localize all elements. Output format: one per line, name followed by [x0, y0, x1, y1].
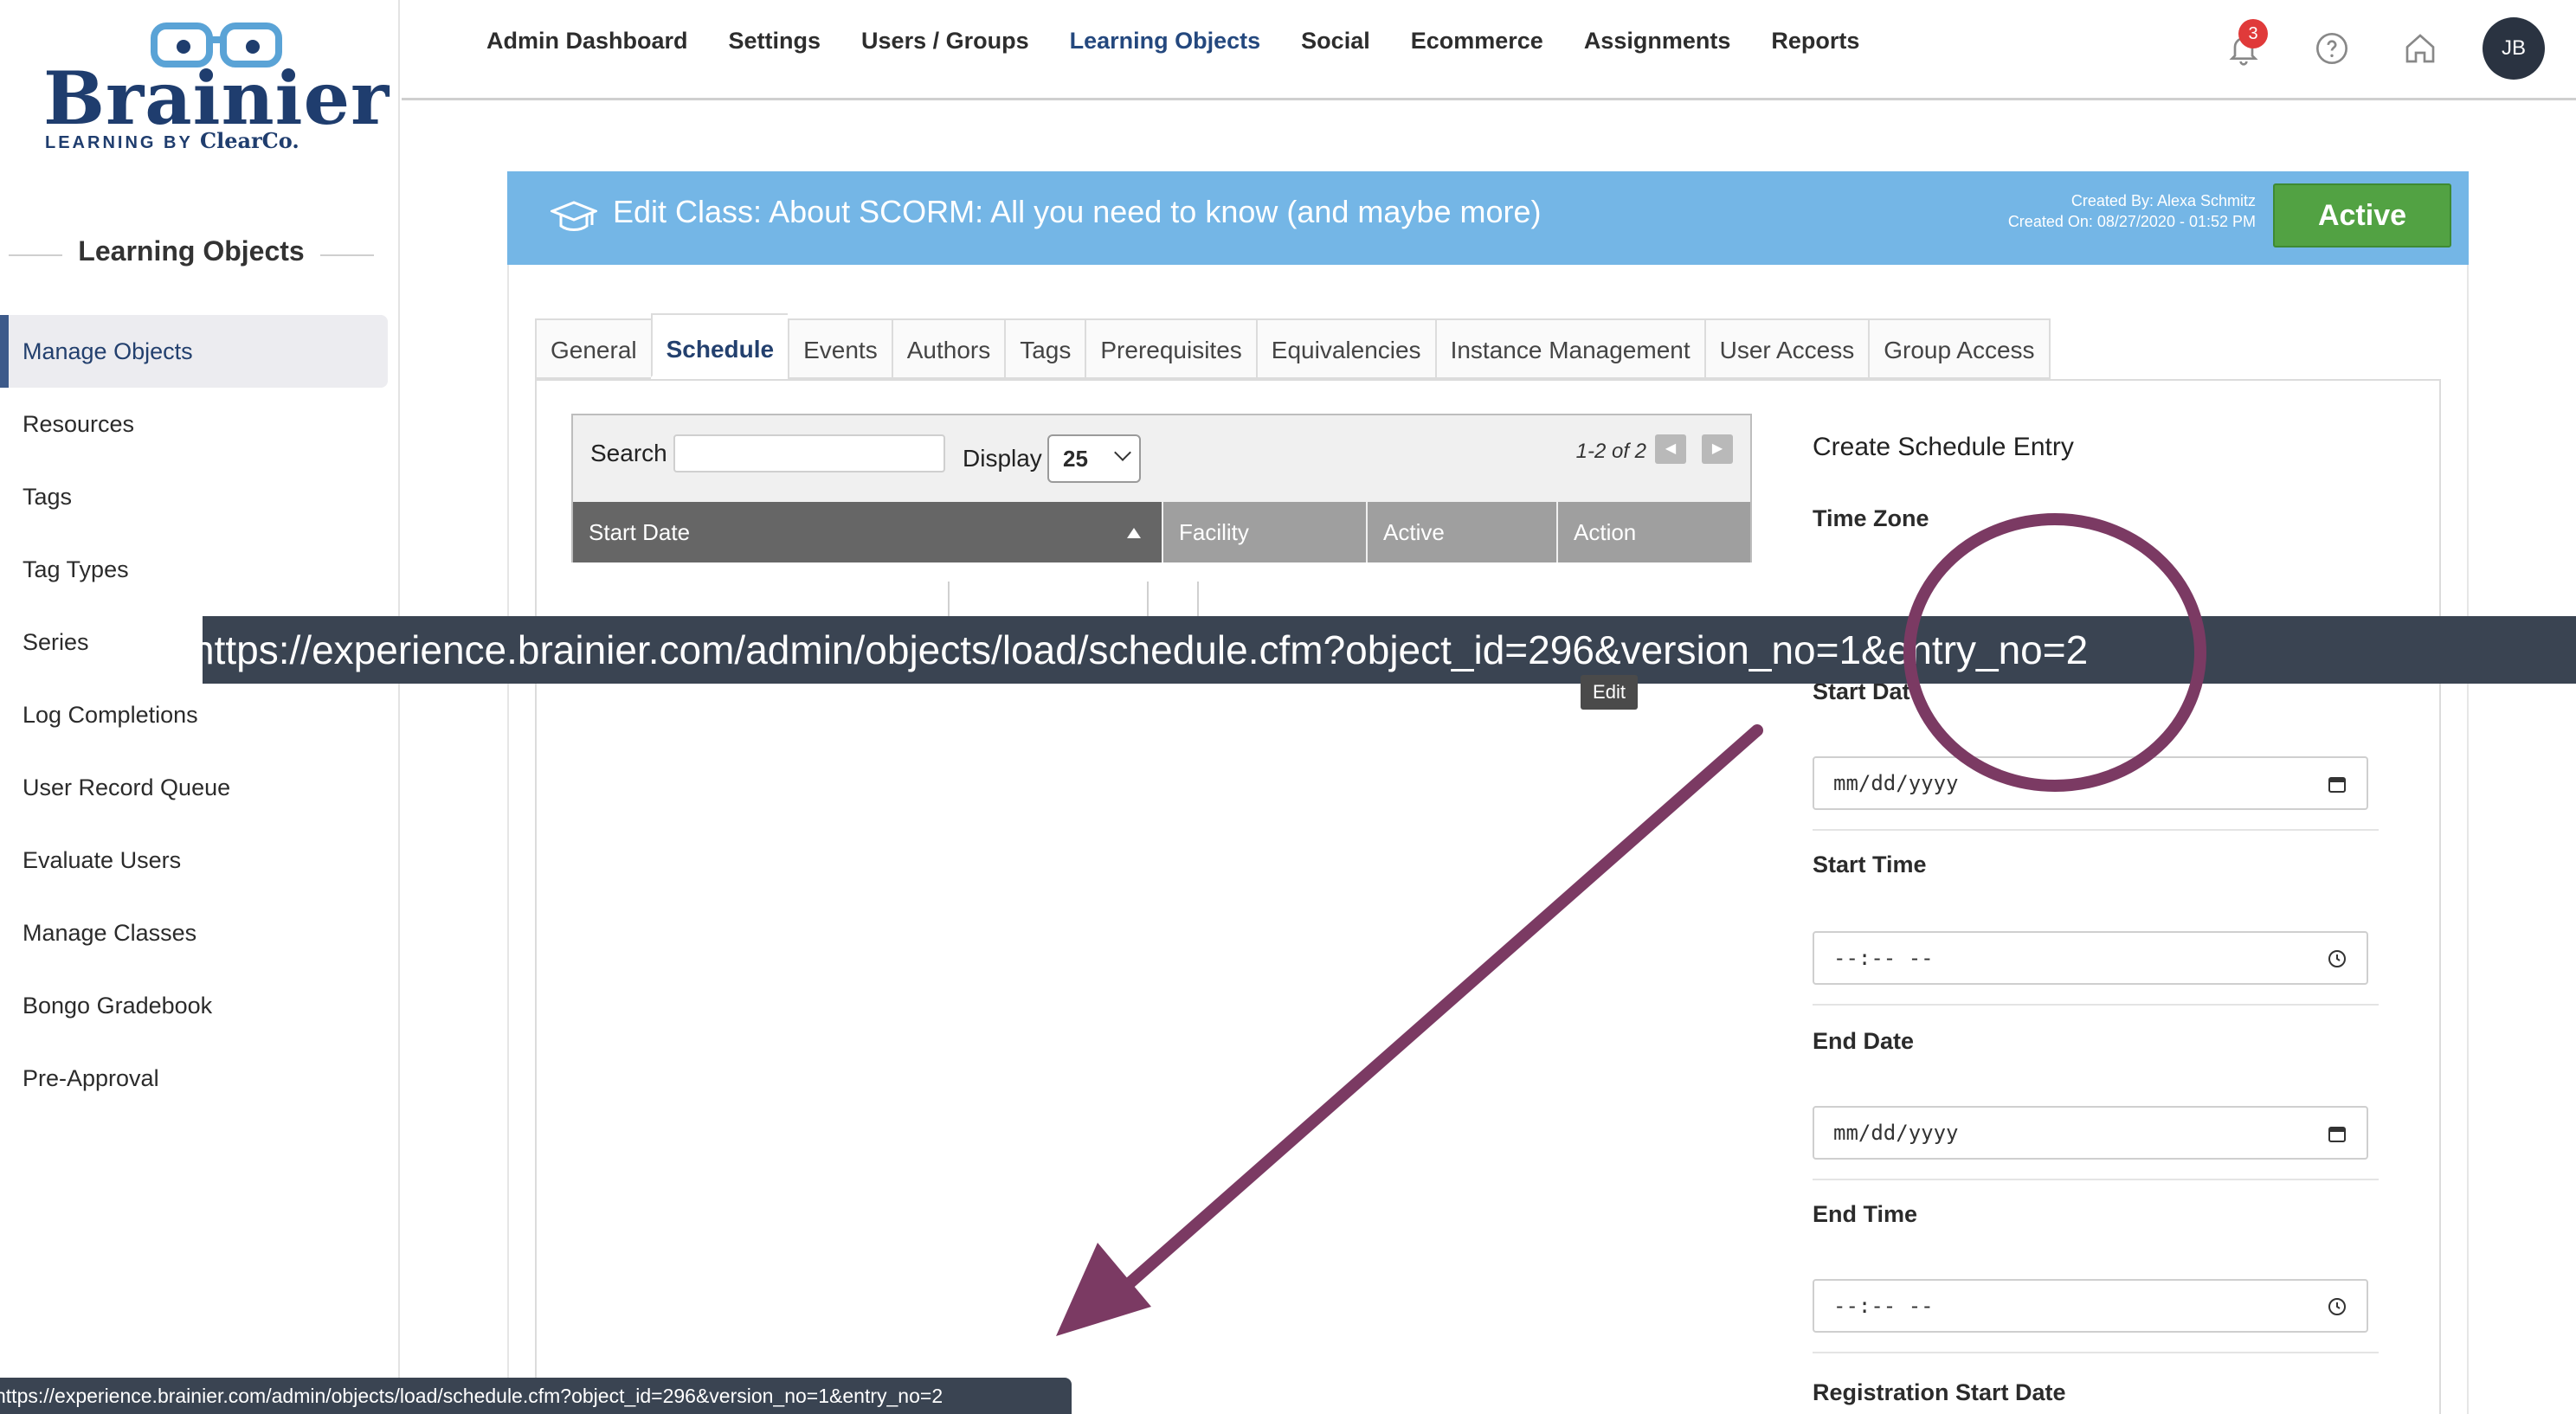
- sidebar-item-resources[interactable]: Resources: [0, 388, 388, 460]
- sidebar: Brainier LEARNING BY ClearCo. Learning O…: [0, 0, 400, 1414]
- nav-assignments[interactable]: Assignments: [1584, 28, 1731, 55]
- end-date-input[interactable]: mm/dd/yyyy: [1813, 1106, 2368, 1160]
- user-avatar[interactable]: JB: [2483, 17, 2545, 80]
- schedule-grid: Search Display 25 1-2 of 2 ◀ ▶ Start Dat…: [571, 414, 1752, 562]
- start-date-placeholder: mm/dd/yyyy: [1833, 771, 1959, 795]
- end-time-label: End Time: [1813, 1201, 1918, 1227]
- sidebar-heading: Learning Objects: [0, 235, 383, 267]
- registration-start-date-label: Registration Start Date: [1813, 1379, 2066, 1405]
- column-start-date-label: Start Date: [589, 519, 691, 545]
- notifications-button[interactable]: 3: [2225, 19, 2268, 67]
- browser-status-bar: https://experience.brainier.com/admin/ob…: [0, 1378, 1072, 1414]
- end-time-placeholder: --:-- --: [1833, 1294, 1934, 1318]
- sidebar-item-log-completions[interactable]: Log Completions: [0, 678, 388, 751]
- logo-tagline: LEARNING BY ClearCo.: [45, 128, 299, 153]
- start-time-label: Start Time: [1813, 852, 1927, 877]
- tab-schedule[interactable]: Schedule: [650, 313, 789, 377]
- sidebar-item-user-record-queue[interactable]: User Record Queue: [0, 751, 388, 824]
- sidebar-item-manage-objects[interactable]: Manage Objects: [0, 315, 388, 388]
- sidebar-item-pre-approval[interactable]: Pre-Approval: [0, 1042, 388, 1115]
- notification-badge: 3: [2238, 19, 2268, 48]
- start-date-input[interactable]: mm/dd/yyyy: [1813, 756, 2368, 810]
- nav-learning-objects[interactable]: Learning Objects: [1070, 28, 1261, 55]
- sidebar-menu: Manage Objects Resources Tags Tag Types …: [0, 315, 388, 1115]
- tab-authors[interactable]: Authors: [891, 318, 1005, 379]
- top-nav: Admin Dashboard Settings Users / Groups …: [402, 0, 2576, 100]
- logo-tagline-prefix: LEARNING BY: [45, 133, 200, 152]
- edit-tooltip: Edit: [1581, 675, 1638, 710]
- tab-general[interactable]: General: [535, 318, 651, 379]
- column-active[interactable]: Active: [1368, 502, 1558, 562]
- nav-ecommerce[interactable]: Ecommerce: [1411, 28, 1543, 55]
- form-title: Create Schedule Entry: [1813, 433, 2074, 461]
- tab-group-access[interactable]: Group Access: [1868, 318, 2051, 379]
- nav-admin-dashboard[interactable]: Admin Dashboard: [486, 28, 688, 55]
- grid-header-row: Start Date Facility Active Action: [573, 502, 1750, 562]
- calendar-icon: [2328, 777, 2346, 793]
- tab-events[interactable]: Events: [788, 318, 892, 379]
- page-banner: Edit Class: About SCORM: All you need to…: [507, 171, 2469, 265]
- display-select[interactable]: 25: [1047, 434, 1141, 483]
- nav-users-groups[interactable]: Users / Groups: [861, 28, 1029, 55]
- clock-icon: [2328, 1298, 2346, 1315]
- triangle-left-icon: ◀: [1665, 441, 1677, 456]
- prev-page-button[interactable]: ◀: [1655, 434, 1686, 464]
- help-button[interactable]: [2313, 29, 2351, 67]
- tab-tags[interactable]: Tags: [1004, 318, 1085, 379]
- active-status-button[interactable]: Active: [2273, 183, 2451, 247]
- question-icon: [2316, 33, 2347, 64]
- search-label: Search: [590, 440, 667, 466]
- triangle-right-icon: ▶: [1711, 441, 1723, 456]
- time-zone-label: Time Zone: [1813, 505, 1929, 531]
- nav-social[interactable]: Social: [1301, 28, 1370, 55]
- search-input[interactable]: [673, 434, 945, 472]
- sidebar-item-tags[interactable]: Tags: [0, 460, 388, 533]
- calendar-icon: [2328, 1127, 2346, 1142]
- url-callout: https://experience.brainier.com/admin/ob…: [203, 616, 2576, 684]
- chevron-down-icon: [1114, 444, 1131, 461]
- column-action[interactable]: Action: [1558, 502, 1750, 562]
- brainier-logo[interactable]: Brainier LEARNING BY ClearCo.: [43, 21, 389, 153]
- form-divider: [1813, 1179, 2379, 1180]
- sidebar-item-manage-classes[interactable]: Manage Classes: [0, 897, 388, 969]
- main-menu: Admin Dashboard Settings Users / Groups …: [486, 28, 1900, 55]
- end-date-label: End Date: [1813, 1028, 1915, 1054]
- form-divider: [1813, 1004, 2379, 1006]
- sidebar-item-bongo-gradebook[interactable]: Bongo Gradebook: [0, 969, 388, 1042]
- tab-user-access[interactable]: User Access: [1703, 318, 1869, 379]
- status-bar-url: https://experience.brainier.com/admin/ob…: [0, 1385, 943, 1407]
- tab-prerequisites[interactable]: Prerequisites: [1085, 318, 1256, 379]
- home-icon: [2405, 34, 2435, 63]
- sidebar-item-evaluate-users[interactable]: Evaluate Users: [0, 824, 388, 897]
- url-callout-text: https://experience.brainier.com/admin/ob…: [203, 627, 2089, 672]
- sidebar-item-tag-types[interactable]: Tag Types: [0, 533, 388, 606]
- nav-settings[interactable]: Settings: [729, 28, 821, 55]
- end-time-input[interactable]: --:-- --: [1813, 1279, 2368, 1333]
- start-time-input[interactable]: --:-- --: [1813, 931, 2368, 985]
- next-page-button[interactable]: ▶: [1702, 434, 1733, 464]
- nav-reports[interactable]: Reports: [1771, 28, 1859, 55]
- form-divider: [1813, 829, 2379, 831]
- column-facility[interactable]: Facility: [1163, 502, 1368, 562]
- tab-instance-management[interactable]: Instance Management: [1434, 318, 1704, 379]
- form-divider: [1813, 1352, 2379, 1353]
- created-meta: Created By: Alexa Schmitz Created On: 08…: [2008, 190, 2256, 232]
- page-title: Edit Class: About SCORM: All you need to…: [613, 194, 1542, 229]
- column-start-date[interactable]: Start Date: [573, 502, 1163, 562]
- logo-tagline-brand: ClearCo.: [199, 128, 299, 153]
- tab-equivalencies[interactable]: Equivalencies: [1255, 318, 1435, 379]
- end-date-placeholder: mm/dd/yyyy: [1833, 1121, 1959, 1145]
- sort-ascending-icon: [1127, 528, 1141, 538]
- created-by: Created By: Alexa Schmitz: [2070, 192, 2256, 209]
- created-on: Created On: 08/27/2020 - 01:52 PM: [2007, 213, 2256, 230]
- clock-icon: [2328, 950, 2346, 967]
- home-button[interactable]: [2401, 29, 2439, 67]
- graduation-cap-icon: [551, 201, 597, 231]
- pagination-count: 1-2 of 2: [1575, 440, 1646, 463]
- nav-utility-icons: 3 JB: [2174, 17, 2545, 80]
- start-time-placeholder: --:-- --: [1833, 946, 1934, 970]
- tab-bar: General Schedule Events Authors Tags Pre…: [535, 313, 2051, 379]
- display-label: Display: [963, 445, 1042, 472]
- display-select-value: 25: [1063, 446, 1088, 472]
